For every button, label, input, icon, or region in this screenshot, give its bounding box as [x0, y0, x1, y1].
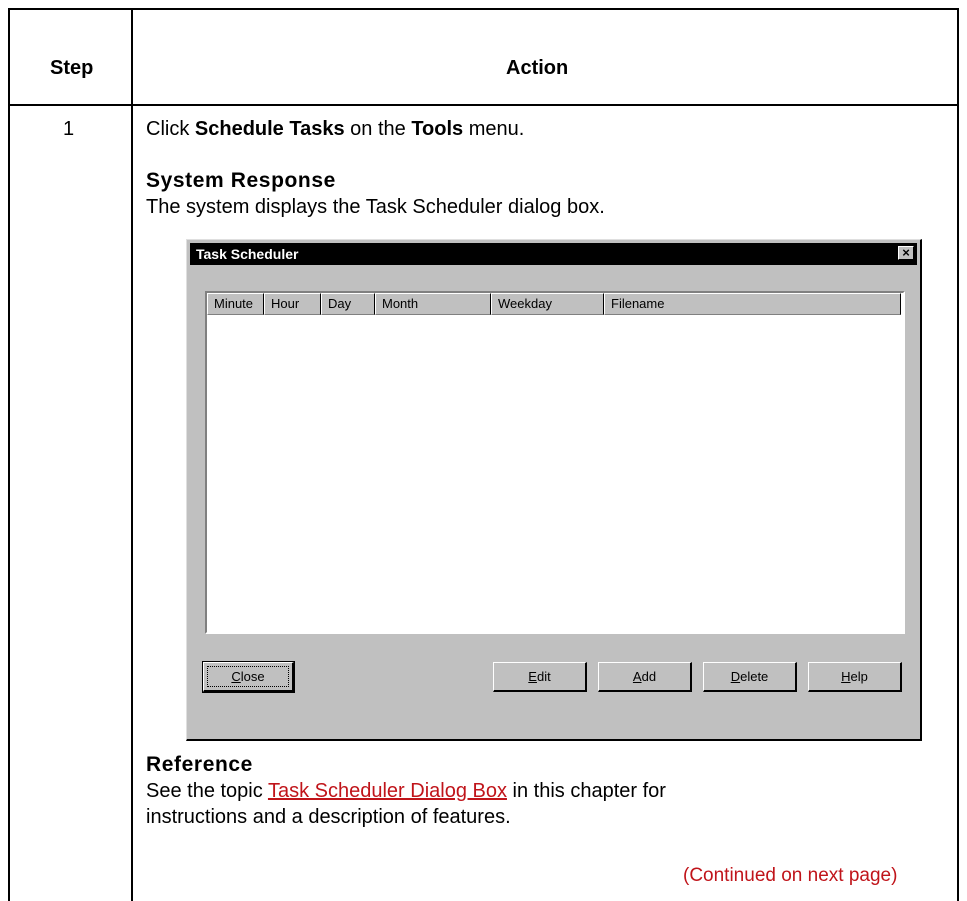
task-list-column-headers: Minute Hour Day Month Weekday Filename	[207, 293, 903, 315]
table-header-rule	[8, 104, 959, 106]
dialog-titlebar: Task Scheduler ×	[190, 243, 917, 265]
delete-button-label: elete	[740, 669, 769, 684]
task-scheduler-dialog-box-link[interactable]: Task Scheduler Dialog Box	[268, 780, 507, 802]
task-scheduler-dialog: Task Scheduler × Minute Hour Day Month W…	[186, 239, 922, 741]
edit-button[interactable]: Edit	[493, 662, 587, 692]
close-icon[interactable]: ×	[898, 246, 914, 260]
delete-button-mnemonic: D	[730, 669, 741, 684]
close-button[interactable]: Close	[202, 661, 295, 693]
table-border-right	[957, 8, 959, 901]
system-response-heading: System Response	[146, 169, 336, 192]
column-header-hour[interactable]: Hour	[264, 293, 321, 315]
instruction-menu-item: Schedule Tasks	[194, 118, 345, 140]
help-button[interactable]: Help	[808, 662, 902, 692]
system-response-text: The system displays the Task Scheduler d…	[146, 196, 605, 218]
column-header-filename[interactable]: Filename	[604, 293, 901, 315]
reference-text-line2: instructions and a description of featur…	[146, 806, 511, 828]
column-header-day[interactable]: Day	[321, 293, 375, 315]
add-button-mnemonic: A	[632, 669, 642, 684]
reference-text-line1: See the topic Task Scheduler Dialog Box …	[146, 780, 666, 803]
instruction-middle: on the	[344, 118, 412, 140]
table-border-top	[8, 8, 959, 10]
reference-suffix: in this chapter for	[506, 780, 666, 802]
column-header-month[interactable]: Month	[375, 293, 491, 315]
help-button-mnemonic: H	[841, 669, 851, 684]
add-button-label: dd	[641, 669, 657, 684]
action-column-header: Action	[506, 57, 569, 79]
edit-button-label: dit	[536, 669, 551, 684]
step-number: 1	[63, 118, 75, 140]
help-button-label: elp	[850, 669, 868, 684]
column-header-minute[interactable]: Minute	[207, 293, 264, 315]
instruction-menu-name: Tools	[411, 118, 464, 140]
instruction-prefix: Click	[146, 118, 195, 140]
column-header-weekday[interactable]: Weekday	[491, 293, 604, 315]
continued-notice: (Continued on next page)	[683, 865, 898, 886]
table-column-divider	[131, 8, 133, 901]
edit-button-mnemonic: E	[528, 669, 537, 684]
step-instruction: Click Schedule Tasks on the Tools menu.	[146, 118, 524, 141]
reference-heading: Reference	[146, 753, 253, 776]
focus-rectangle	[207, 666, 289, 687]
table-border-left	[8, 8, 10, 901]
add-button[interactable]: Add	[598, 662, 692, 692]
step-column-header: Step	[50, 57, 94, 79]
delete-button[interactable]: Delete	[703, 662, 797, 692]
reference-prefix: See the topic	[146, 780, 268, 802]
dialog-title: Task Scheduler	[196, 246, 299, 262]
instruction-suffix: menu.	[463, 118, 525, 140]
task-list[interactable]: Minute Hour Day Month Weekday Filename	[205, 291, 905, 634]
